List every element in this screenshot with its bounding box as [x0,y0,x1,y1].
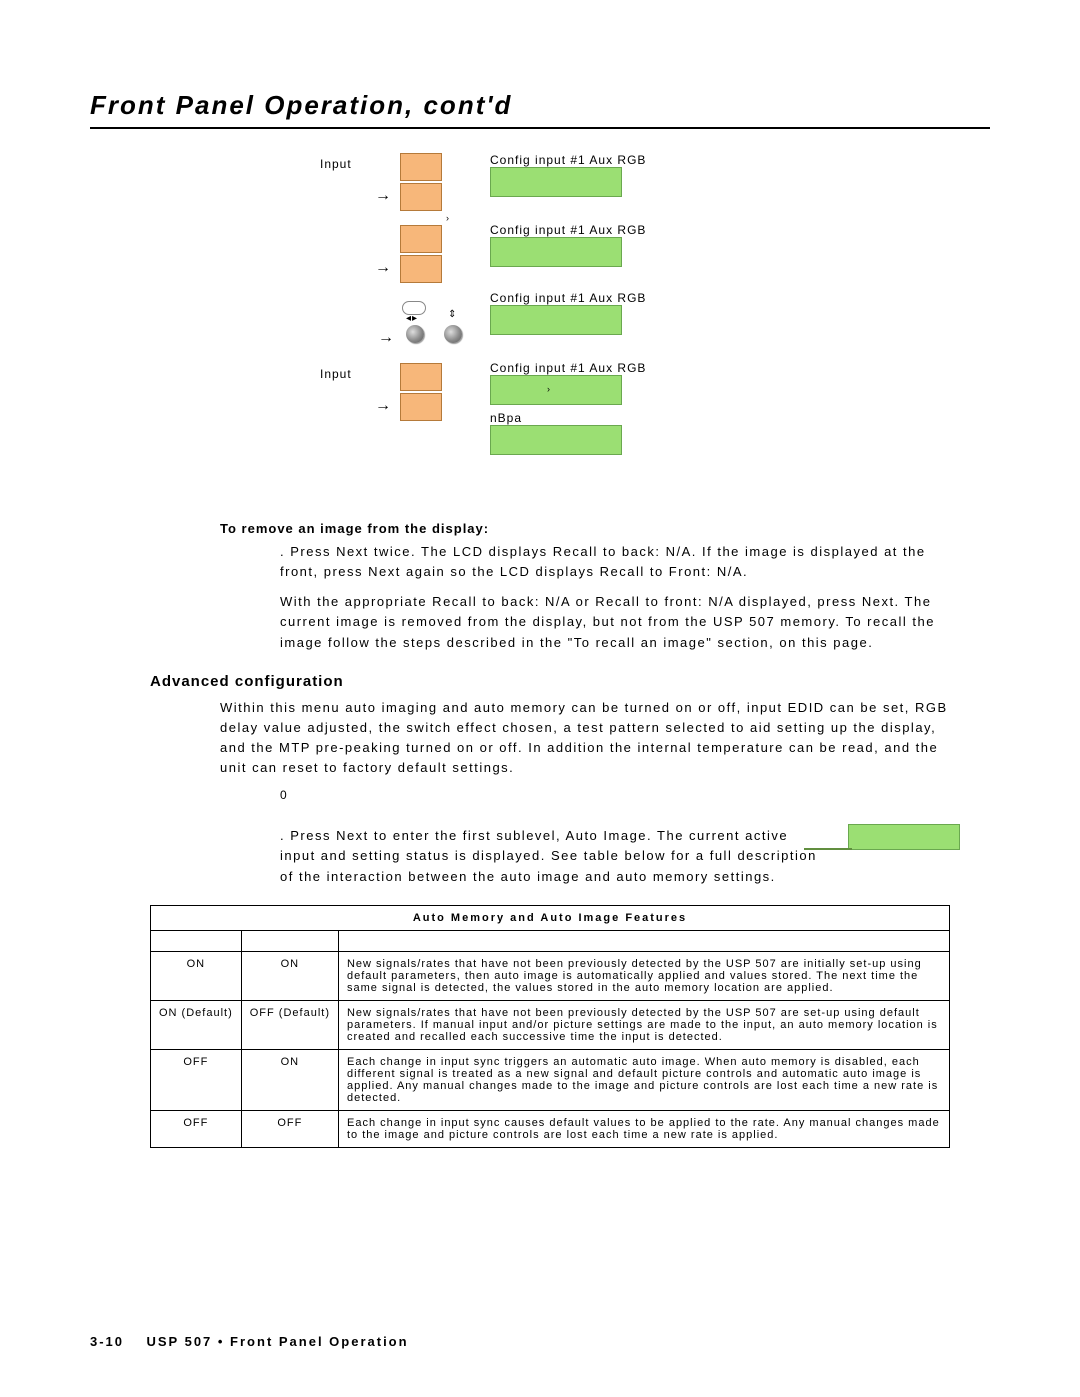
col-auto-memory: OFF [151,1110,242,1147]
zero-marker: 0 [280,788,990,802]
step-text: . Press Next twice. The LCD displays Rec… [280,544,926,579]
auto-image-step-text: . Press Next to enter the first sublevel… [280,826,820,886]
lcd-box [490,425,622,455]
col-description: Each change in input sync triggers an au… [338,1049,949,1110]
lcd-label: Config input #1 Aux RGB [490,361,646,375]
col-auto-memory: OFF [151,1049,242,1110]
table-row: OFF ON Each change in input sync trigger… [151,1049,950,1110]
lcd-box [490,167,622,197]
table-row: OFF OFF Each change in input sync causes… [151,1110,950,1147]
step-marker: › [446,213,450,223]
auto-memory-image-table: Auto Memory and Auto Image Features ON O… [150,905,950,1148]
page-title: Front Panel Operation, cont'd [90,90,990,121]
diagram: Input → Config input #1 Aux RGB → Config… [320,153,990,503]
arrow-right-icon: → [375,187,391,205]
up-down-icon: ⇕ [448,309,457,320]
col-auto-memory: ON (Default) [151,1000,242,1049]
lcd-box [490,237,622,267]
arrow-right-icon: → [375,397,391,415]
col-auto-image: OFF [241,1110,338,1147]
page: Front Panel Operation, cont'd Input → Co… [0,0,1080,1397]
advanced-config-heading: Advanced configuration [150,673,990,690]
input-button [400,183,442,211]
col-auto-image: OFF (Default) [241,1000,338,1049]
page-number: 3-10 [90,1334,124,1349]
nbpa-label: nBpa [490,411,522,425]
advanced-config-para: Within this menu auto imaging and auto m… [220,698,960,779]
col-description: New signals/rates that have not been pre… [338,1000,949,1049]
lcd-label: Config input #1 Aux RGB [490,153,646,167]
title-rule [90,127,990,129]
lcd-box-inline [848,824,960,850]
input-button [400,153,442,181]
remove-step-1: . Press Next twice. The LCD displays Rec… [280,542,960,582]
lcd-box [490,305,622,335]
remove-step-2: With the appropriate Recall to back: N/A… [280,592,960,652]
auto-image-step: . Press Next to enter the first sublevel… [90,826,990,886]
arrow-right-icon: → [375,259,391,277]
input-button [400,255,442,283]
left-right-icon: ◂▸ [406,313,418,324]
see-connector-line [804,848,852,850]
col-auto-image: ON [241,1049,338,1110]
col-auto-image: ON [241,951,338,1000]
arrow-right-icon: → [378,329,394,347]
input-button [400,363,442,391]
lcd-label: Config input #1 Aux RGB [490,291,646,305]
table-row: ON ON New signals/rates that have not be… [151,951,950,1000]
remove-image-heading: To remove an image from the display: [220,521,990,536]
label-input-bot: Input [320,367,352,381]
col-description: Each change in input sync causes default… [338,1110,949,1147]
label-input-top: Input [320,157,352,171]
col-description: New signals/rates that have not been pre… [338,951,949,1000]
rotary-knob-icon [406,325,424,343]
lcd-box: › [490,375,622,405]
step-marker: › [547,384,551,394]
lcd-label: Config input #1 Aux RGB [490,223,646,237]
col-auto-memory: ON [151,951,242,1000]
input-button [400,225,442,253]
footer: 3-10 USP 507 • Front Panel Operation [90,1334,409,1349]
table-row: ON (Default) OFF (Default) New signals/r… [151,1000,950,1049]
footer-text: USP 507 • Front Panel Operation [146,1334,408,1349]
table-title: Auto Memory and Auto Image Features [151,905,950,930]
input-button [400,393,442,421]
rotary-knob-icon [444,325,462,343]
